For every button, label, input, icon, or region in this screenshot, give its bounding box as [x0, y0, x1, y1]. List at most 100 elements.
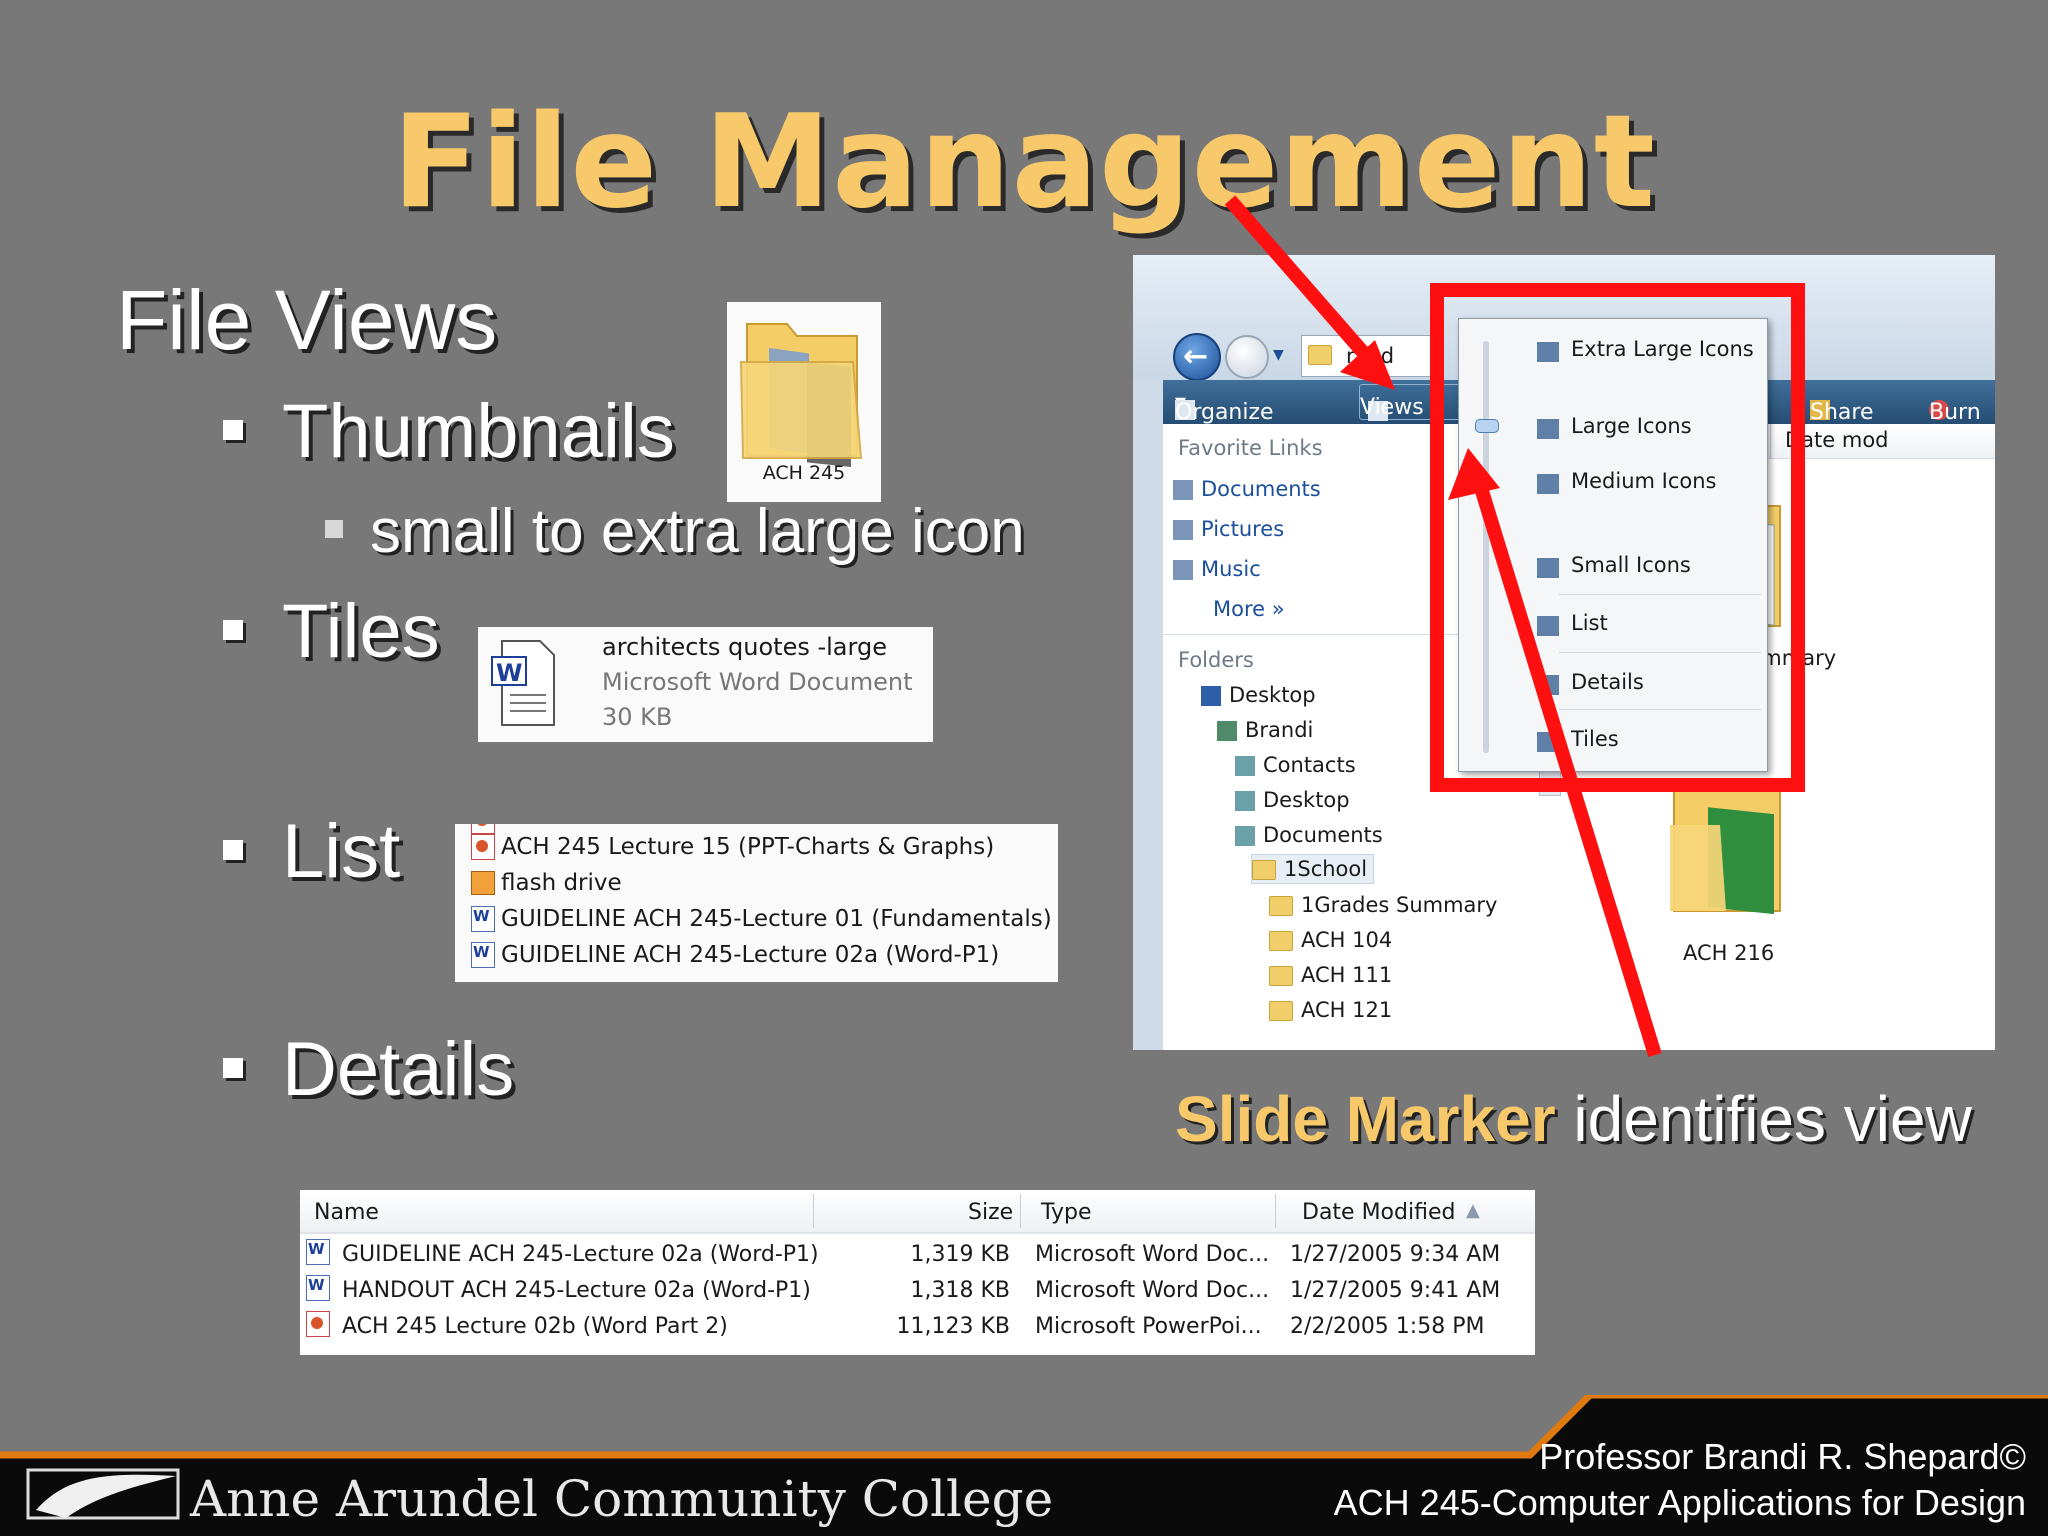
list-item: ACH 245 Lecture 15 (PPT-Charts & Graphs) [471, 834, 994, 860]
list-item-label: flash drive [501, 870, 622, 896]
flash-drive-icon [471, 871, 495, 895]
list-item: flash drive [471, 870, 622, 896]
list-item: GUIDELINE ACH 245-Lecture 01 (Fundamenta… [471, 906, 1052, 932]
tree-item-1grades-summary[interactable]: 1Grades Summary [1269, 893, 1498, 917]
details-cell-size: 1,318 KB [910, 1278, 1011, 1303]
tree-item-ach-121[interactable]: ACH 121 [1269, 998, 1392, 1022]
nav-link-documents[interactable]: Documents [1173, 477, 1321, 501]
college-logo-icon [26, 1468, 180, 1520]
list-item-label: ACH 245 Lecture 15 (PPT-Charts & Graphs) [501, 834, 995, 860]
tile-example: W architects quotes -large Microsoft Wor… [478, 627, 933, 742]
word-document-icon [471, 942, 495, 968]
folder-icon [1269, 1001, 1293, 1021]
favorite-links-heading: Favorite Links [1178, 436, 1323, 460]
folder-icon [1269, 896, 1293, 916]
tree-item-desktop[interactable]: Desktop [1201, 683, 1316, 707]
details-cell-name: GUIDELINE ACH 245-Lecture 02a (Word-P1) [342, 1242, 819, 1267]
list-bullet: List [282, 809, 401, 894]
tile-file-name: architects quotes -large [602, 633, 887, 661]
tile-file-type: Microsoft Word Document [602, 668, 913, 696]
tree-item-brandi[interactable]: Brandi [1217, 718, 1313, 742]
powerpoint-icon [471, 834, 495, 860]
professor-name: Professor Brandi R. Shepard© [1539, 1436, 2026, 1477]
desktop-icon [1235, 791, 1255, 811]
details-cell-type: Microsoft PowerPoi... [1035, 1314, 1262, 1339]
presenter-credit: Professor Brandi R. Shepard© ACH 245-Com… [1334, 1436, 2026, 1524]
word-document-icon [471, 906, 495, 932]
user-folder-icon [1217, 721, 1237, 741]
column-type[interactable]: Type [1041, 1200, 1092, 1225]
caption-text: identifies view [1555, 1083, 1972, 1155]
column-divider [813, 1194, 814, 1228]
thumbnail-label: ACH 245 [762, 462, 846, 484]
tree-item-documents[interactable]: Documents [1235, 823, 1383, 847]
tree-item-ach-104[interactable]: ACH 104 [1269, 928, 1392, 952]
highlight-box [1430, 283, 1805, 792]
details-cell-type: Microsoft Word Doc... [1035, 1278, 1270, 1303]
folder-icon [1269, 966, 1293, 986]
documents-icon [1173, 480, 1193, 500]
file-label: ACH 216 [1683, 941, 1775, 965]
nav-more-link[interactable]: More » [1213, 597, 1285, 621]
word-document-icon: W [491, 640, 555, 726]
file-views-heading: File Views [116, 273, 498, 367]
details-cell-name: HANDOUT ACH 245-Lecture 02a (Word-P1) [342, 1278, 811, 1303]
forward-button[interactable] [1225, 335, 1269, 379]
details-cell-type: Microsoft Word Doc... [1035, 1242, 1270, 1267]
folder-icon [1252, 860, 1276, 880]
folder-icon [739, 323, 863, 468]
back-button[interactable]: ← [1173, 333, 1221, 381]
tile-file-size: 30 KB [602, 703, 673, 731]
desktop-icon [1201, 686, 1221, 706]
documents-icon [1235, 826, 1255, 846]
tree-item-1school[interactable]: 1School [1251, 854, 1375, 884]
column-name[interactable]: Name [314, 1200, 379, 1225]
svg-text:W: W [496, 659, 522, 687]
thumbnail-example: ACH 245 [727, 302, 881, 502]
folders-heading: Folders [1178, 648, 1254, 672]
details-cell-date: 1/27/2005 9:34 AM [1290, 1242, 1501, 1267]
recent-pages-dropdown-icon[interactable]: ▼ [1273, 347, 1284, 363]
list-item: GUIDELINE ACH 245-Lecture 02a (Word-P1) [471, 942, 999, 968]
bullet-marker [223, 420, 243, 440]
details-cell-date: 1/27/2005 9:41 AM [1290, 1278, 1501, 1303]
tree-item-desktop-sub[interactable]: Desktop [1235, 788, 1350, 812]
nav-link-music[interactable]: Music [1173, 557, 1261, 581]
nav-link-pictures[interactable]: Pictures [1173, 517, 1284, 541]
details-cell-date: 2/2/2005 1:58 PM [1290, 1314, 1485, 1339]
powerpoint-icon [306, 1311, 330, 1337]
details-cell-size: 11,123 KB [896, 1314, 1011, 1339]
thumbnails-sub-bullet: small to extra large icon [370, 497, 1025, 566]
details-example: Name Size Type Date Modified ▲ GUIDELINE… [300, 1190, 1535, 1355]
column-size[interactable]: Size [968, 1200, 1013, 1225]
pictures-icon [1173, 520, 1193, 540]
slide-marker-caption: Slide Marker identifies view [1175, 1082, 1972, 1156]
tree-item-ach-111[interactable]: ACH 111 [1269, 963, 1392, 987]
bullet-marker [223, 840, 243, 860]
column-date-modified[interactable]: Date Modified [1302, 1200, 1455, 1225]
contacts-icon [1235, 756, 1255, 776]
table-row [306, 1311, 330, 1341]
table-row [306, 1275, 330, 1305]
college-name: Anne Arundel Community College [190, 1470, 1054, 1528]
tree-item-contacts[interactable]: Contacts [1235, 753, 1356, 777]
course-name: ACH 245-Computer Applications for Design [1333, 1482, 2026, 1523]
thumbnails-bullet: Thumbnails [282, 389, 675, 474]
list-item-label: GUIDELINE ACH 245-Lecture 01 (Fundamenta… [501, 906, 1052, 932]
bullet-marker [223, 1058, 243, 1078]
folder-icon [1269, 931, 1293, 951]
details-bullet: Details [282, 1027, 515, 1112]
back-arrow-icon: ← [1183, 339, 1209, 374]
details-cell-size: 1,319 KB [910, 1242, 1011, 1267]
address-text: rand [1346, 344, 1395, 368]
sub-bullet-marker [325, 520, 343, 538]
caption-highlight: Slide Marker [1175, 1083, 1556, 1155]
music-icon [1173, 560, 1193, 580]
bullet-marker [223, 620, 243, 640]
sort-ascending-icon: ▲ [1466, 1200, 1480, 1221]
list-example: ACH 245 Lecture 15 (PPT-Charts & Graphs)… [455, 824, 1058, 982]
slide-title: File Management [392, 88, 1656, 237]
organize-button[interactable]: Organize ▾ [1175, 390, 1274, 425]
address-bar[interactable]: rand [1301, 335, 1443, 377]
folder-icon [1308, 345, 1332, 365]
